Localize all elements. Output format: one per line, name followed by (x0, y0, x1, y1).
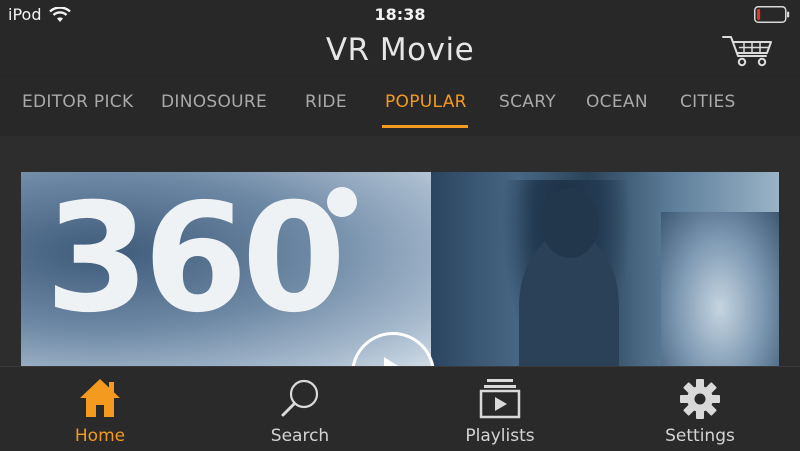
battery-icon (754, 6, 790, 27)
tab-cities[interactable]: CITIES (680, 92, 736, 112)
thumbnail-figure-head (541, 188, 599, 258)
tab-scary[interactable]: SCARY (499, 92, 556, 112)
nav-settings[interactable]: Settings (620, 367, 780, 451)
title-bar: VR Movie (0, 30, 800, 78)
content-area: 360 (0, 136, 800, 372)
status-time: 18:38 (374, 5, 426, 24)
tab-ocean[interactable]: OCEAN (586, 92, 648, 112)
active-tab-indicator (382, 125, 468, 128)
tab-editor-pick[interactable]: EDITOR PICK (22, 92, 133, 112)
nav-playlists[interactable]: Playlists (420, 367, 580, 451)
nav-home[interactable]: Home (20, 367, 180, 451)
home-icon (20, 377, 180, 419)
degree-symbol (327, 187, 357, 217)
nav-search[interactable]: Search (220, 367, 380, 451)
cart-icon[interactable] (722, 34, 774, 72)
app-screen: iPod 18:38 VR Movie EDITOR PICK DINOSOUR… (0, 0, 800, 451)
nav-search-label: Search (270, 426, 330, 446)
thumbnail-tunnel (661, 212, 779, 372)
page-title: VR Movie (325, 32, 475, 68)
nav-playlists-label: Playlists (465, 426, 535, 446)
featured-video-card[interactable]: 360 (21, 172, 779, 372)
search-icon (220, 377, 380, 421)
badge-360: 360 (45, 172, 346, 346)
category-tab-bar: EDITOR PICK DINOSOURE RIDE POPULAR SCARY… (0, 78, 800, 136)
bottom-tab-bar: Home Search Playlists Settings (0, 366, 800, 451)
playlist-icon (420, 377, 580, 419)
tab-ride[interactable]: RIDE (305, 92, 347, 112)
tab-dinosoure[interactable]: DINOSOURE (161, 92, 267, 112)
nav-settings-label: Settings (665, 426, 735, 446)
nav-home-label: Home (74, 426, 126, 446)
gear-icon (620, 377, 780, 421)
status-bar: iPod 18:38 (0, 0, 800, 30)
tab-popular[interactable]: POPULAR (385, 92, 467, 112)
